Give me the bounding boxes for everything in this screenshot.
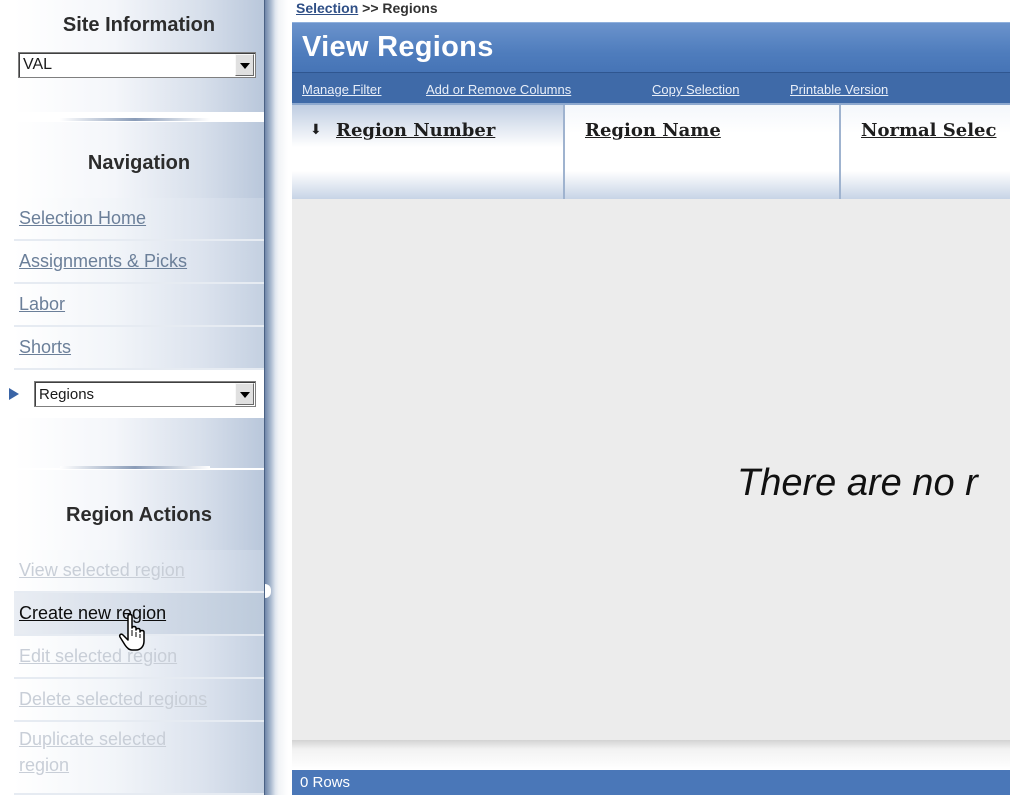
row-count: 0 Rows	[300, 774, 351, 791]
chevron-down-icon[interactable]	[235, 54, 254, 76]
site-info-title: Site Information	[62, 14, 216, 36]
printable-version-link[interactable]: Printable Version	[790, 82, 888, 97]
sort-down-icon: ⬇	[310, 121, 322, 137]
action-view-selected-region: View selected region	[14, 550, 264, 593]
page-header: View Regions	[292, 22, 1010, 72]
copy-selection-link[interactable]: Copy Selection	[652, 82, 739, 97]
current-arrow-icon	[9, 388, 19, 400]
sidebar: Site Information VAL Navigation Selectio…	[0, 0, 264, 795]
page-select[interactable]: Regions	[34, 381, 256, 407]
nav-item-shorts[interactable]: Shorts	[14, 327, 264, 370]
action-label: View selected region	[19, 560, 185, 580]
navigation-title: Navigation	[87, 152, 191, 174]
column-label[interactable]: Normal Selec	[861, 120, 996, 141]
site-select[interactable]: VAL	[18, 52, 256, 78]
add-remove-columns-link[interactable]: Add or Remove Columns	[426, 82, 571, 97]
breadcrumb-link-selection[interactable]: Selection	[296, 0, 358, 16]
toolbar: Manage Filter Add or Remove Columns Copy…	[292, 72, 1010, 105]
empty-table-message: There are no r	[737, 462, 978, 504]
nav-item-label[interactable]: Shorts	[19, 337, 71, 358]
column-header-normal-selection[interactable]: Normal Selec	[841, 105, 1010, 199]
chevron-down-icon[interactable]	[235, 383, 254, 405]
site-select-value: VAL	[23, 56, 53, 73]
region-actions-panel: Region Actions	[14, 470, 264, 550]
table-header: ⬇ Region Number Region Name Normal Selec	[292, 105, 1010, 199]
main-panel: View Regions Manage Filter Add or Remove…	[292, 22, 1010, 795]
manage-filter-link[interactable]: Manage Filter	[302, 82, 381, 97]
action-delete-selected-regions: Delete selected regions	[14, 679, 264, 722]
action-label: Delete selected regions	[19, 689, 208, 709]
breadcrumb-separator: >>	[358, 0, 383, 16]
action-duplicate-selected-region: Duplicate selected region	[14, 722, 264, 795]
nav-item-label[interactable]: Labor	[19, 294, 65, 315]
separator	[60, 466, 210, 469]
column-header-region-name[interactable]: Region Name	[565, 105, 841, 199]
breadcrumb-current: Regions	[382, 0, 438, 16]
spacer-panel	[14, 418, 264, 468]
region-actions-title: Region Actions	[66, 504, 212, 526]
app-window: Site Information VAL Navigation Selectio…	[0, 0, 1010, 795]
nav-item-selection-home[interactable]: Selection Home	[14, 198, 264, 241]
hand-cursor-icon	[119, 613, 145, 651]
nav-item-label[interactable]: Assignments & Picks	[19, 251, 187, 272]
column-label[interactable]: Region Name	[585, 120, 721, 141]
sidebar-splitter[interactable]	[264, 0, 288, 795]
navigation-panel: Navigation	[14, 122, 264, 198]
horizontal-scroll-area[interactable]	[292, 740, 1010, 770]
nav-item-assignments-picks[interactable]: Assignments & Picks	[14, 241, 264, 284]
separator	[60, 118, 210, 121]
column-header-region-number[interactable]: ⬇ Region Number	[292, 105, 565, 199]
page-select-value: Regions	[39, 386, 95, 403]
page-title: View Regions	[302, 31, 494, 63]
column-label[interactable]: Region Number	[336, 120, 495, 141]
nav-item-label[interactable]: Selection Home	[19, 208, 146, 229]
nav-item-labor[interactable]: Labor	[14, 284, 264, 327]
breadcrumb: Selection >> Regions	[296, 0, 438, 18]
current-page-row: Regions	[0, 372, 264, 416]
action-label: Duplicate selected region	[19, 729, 167, 775]
status-bar: 0 Rows	[292, 770, 1010, 795]
